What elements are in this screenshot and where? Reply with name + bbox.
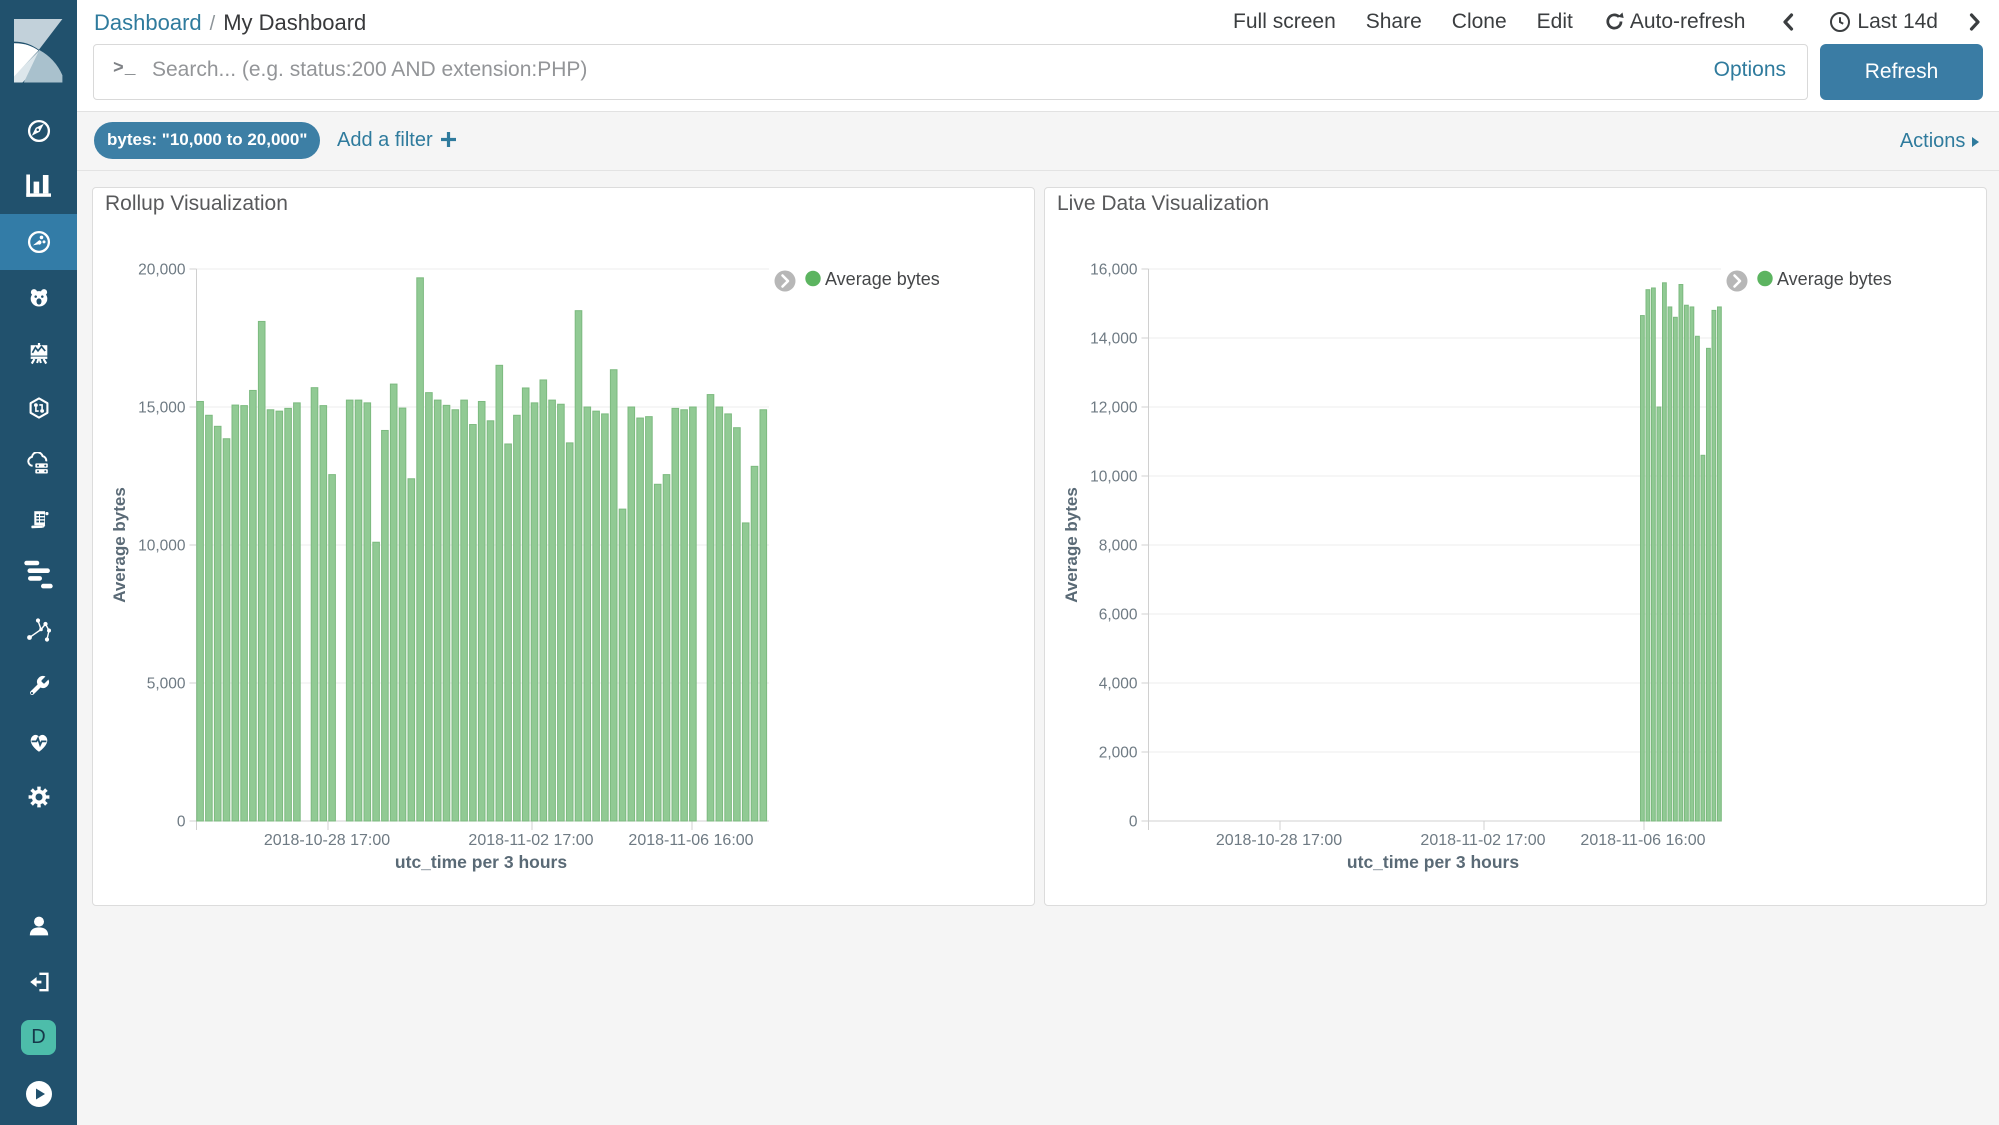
svg-text:10,000: 10,000 — [1090, 469, 1138, 486]
svg-text:2018-11-06 16:00: 2018-11-06 16:00 — [628, 832, 753, 849]
svg-text:Average bytes: Average bytes — [1777, 269, 1892, 289]
svg-text:2,000: 2,000 — [1099, 745, 1138, 762]
svg-text:Average bytes: Average bytes — [825, 269, 940, 289]
svg-text:12,000: 12,000 — [1090, 400, 1138, 417]
svg-text:4,000: 4,000 — [1099, 676, 1138, 693]
svg-text:14,000: 14,000 — [1090, 331, 1138, 348]
svg-text:2018-11-06 16:00: 2018-11-06 16:00 — [1580, 832, 1705, 849]
svg-text:Average bytes: Average bytes — [1062, 487, 1081, 603]
svg-text:10,000: 10,000 — [138, 538, 186, 555]
svg-text:0: 0 — [177, 814, 186, 831]
svg-text:5,000: 5,000 — [147, 676, 186, 693]
svg-text:20,000: 20,000 — [138, 262, 186, 279]
svg-text:utc_time per 3 hours: utc_time per 3 hours — [1347, 852, 1519, 872]
svg-text:2018-11-02 17:00: 2018-11-02 17:00 — [1420, 832, 1545, 849]
svg-text:16,000: 16,000 — [1090, 262, 1138, 279]
svg-text:2018-11-02 17:00: 2018-11-02 17:00 — [468, 832, 593, 849]
svg-text:Average bytes: Average bytes — [110, 487, 129, 603]
svg-text:15,000: 15,000 — [138, 400, 186, 417]
svg-text:8,000: 8,000 — [1099, 538, 1138, 555]
svg-text:2018-10-28 17:00: 2018-10-28 17:00 — [1216, 832, 1342, 849]
svg-text:utc_time per 3 hours: utc_time per 3 hours — [395, 852, 567, 872]
svg-text:2018-10-28 17:00: 2018-10-28 17:00 — [264, 832, 390, 849]
svg-text:6,000: 6,000 — [1099, 607, 1138, 624]
svg-text:0: 0 — [1129, 814, 1138, 831]
